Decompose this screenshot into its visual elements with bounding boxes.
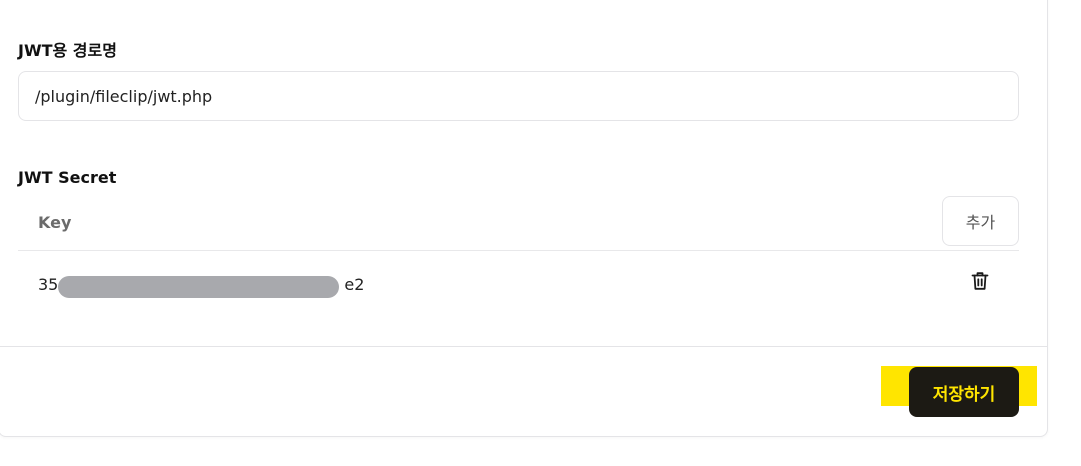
secret-key-suffix: e2 — [344, 275, 365, 294]
jwt-path-label: JWT용 경로명 — [18, 41, 117, 60]
trash-icon[interactable] — [968, 269, 992, 293]
secret-row: 35 e2 — [18, 252, 1019, 318]
secret-table-header: Key 추가 — [18, 196, 1019, 251]
key-column-header: Key — [38, 213, 72, 232]
secret-key-mask — [58, 276, 339, 298]
jwt-secret-label: JWT Secret — [18, 168, 117, 187]
secret-key-prefix: 35 — [38, 275, 59, 294]
jwt-path-input[interactable] — [18, 71, 1019, 121]
save-button[interactable]: 저장하기 — [909, 367, 1019, 417]
add-secret-button[interactable]: 추가 — [942, 196, 1019, 246]
footer-divider — [0, 346, 1048, 347]
